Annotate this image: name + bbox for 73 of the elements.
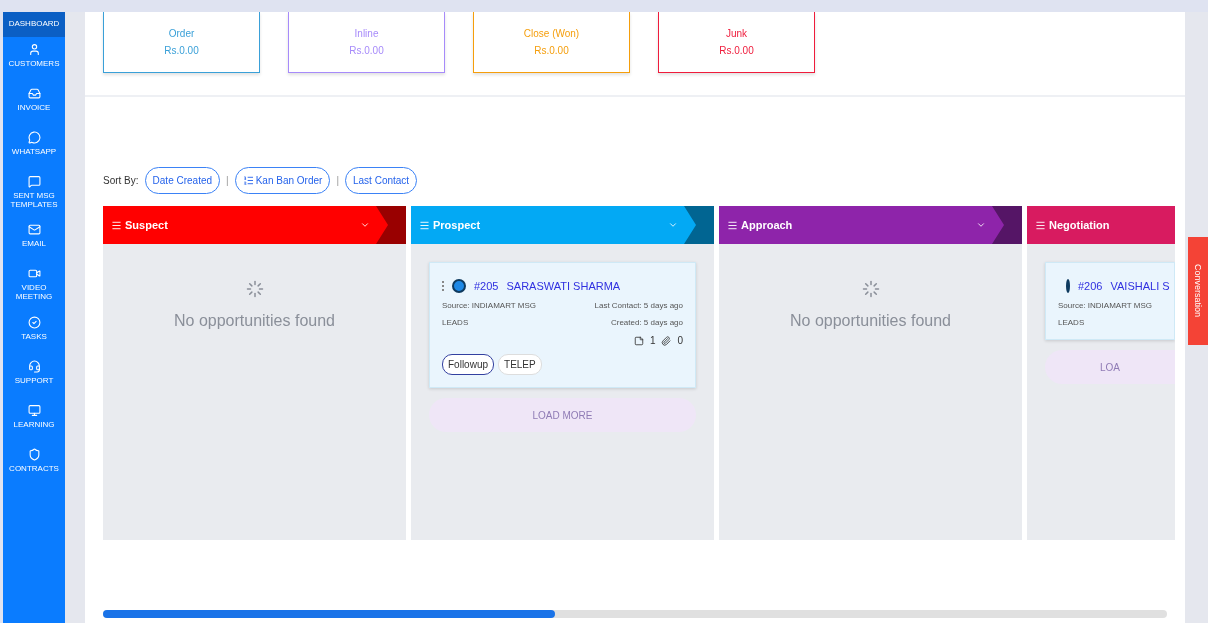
opportunity-id[interactable]: #205 [474,280,499,292]
last-contact: Last Contact: 5 days ago [594,301,683,310]
horizontal-scrollbar[interactable] [103,610,1167,618]
spinner-icon [861,280,880,298]
sort-button[interactable]: Date Created [144,167,221,194]
avatar-icon [452,279,466,293]
sort-button[interactable]: Last Contact [345,167,418,194]
lead-source: Source: INDIAMART MSG [1058,301,1152,310]
card-title: Order [168,28,195,39]
column-header[interactable]: Prospect [411,206,714,244]
attachment-count: 0 [677,335,683,346]
card-amount: Rs.0.00 [164,45,199,56]
spinner-icon [245,280,264,298]
contact-name[interactable]: VAISHALI S [1110,280,1170,292]
column-header[interactable]: Suspect [103,206,406,244]
separator: | [226,175,229,186]
chevron-down-icon[interactable] [668,220,678,230]
note-icon [633,335,644,346]
column-header[interactable]: Approach [719,206,1022,244]
empty-message: No opportunities found [174,312,335,330]
sidebar-item[interactable]: INVOICE [3,80,65,125]
contact-name[interactable]: SARASWATI SHARMA [506,280,621,292]
inbox-icon [27,86,41,100]
card-title: Junk [725,28,748,39]
paperclip-icon [661,335,672,346]
sidebar-item[interactable]: WHATSAPP [3,124,65,169]
note-count: 1 [649,335,656,346]
drag-handle-icon[interactable] [442,280,444,292]
sidebar-item[interactable]: EMAIL [3,217,65,262]
lead-type: LEADS [442,318,469,327]
empty-message: No opportunities found [790,312,951,330]
menu-icon [111,219,122,231]
chevron-down-icon[interactable] [360,220,370,230]
lead-source: Source: INDIAMART MSG [442,301,536,310]
monitor-icon [27,404,41,417]
check-circle-icon [27,316,41,329]
card-title: Close (Won) [523,28,580,39]
sidebar-item[interactable]: VIDEO MEETING [3,261,65,310]
sort-label: Sort By: [103,175,139,186]
load-more-button[interactable]: LOAD MORE [429,398,696,432]
menu-icon [1035,219,1046,231]
headset-icon [27,360,41,373]
separator: | [336,175,339,186]
chat-bubble-icon [27,130,41,144]
tag[interactable]: Followup [442,354,495,375]
sidebar-item[interactable]: SENT MSG TEMPLATES [3,168,65,218]
lead-type: LEADS [1058,318,1085,327]
user-icon [27,42,41,56]
sidebar-item[interactable]: LEARNING [3,398,65,442]
sidebar-item[interactable]: CONTRACTS [3,442,65,486]
shield-icon [27,448,41,461]
column-header[interactable]: Negotiation [1027,206,1175,244]
card-title: Inline [354,28,379,39]
load-more-button[interactable]: LOA [1045,350,1175,384]
menu-icon [419,219,430,231]
chevron-down-icon[interactable] [976,220,986,230]
sidebar-item[interactable]: DASHBOARD [3,12,65,37]
sidebar-item[interactable]: SUPPORT [3,354,65,398]
sort-button[interactable]: Kan Ban Order [234,167,331,194]
menu-icon [727,219,738,231]
tag[interactable]: TELEP [498,354,542,375]
opportunity-id[interactable]: #206 [1078,280,1103,292]
created-date: Created: 5 days ago [610,318,683,327]
avatar-icon [1066,279,1070,293]
sidebar-item[interactable]: TASKS [3,310,65,354]
card-amount: Rs.0.00 [534,45,569,56]
message-icon [27,174,41,188]
list-icon [242,175,254,186]
mail-icon [27,223,41,237]
sidebar-item[interactable]: CUSTOMERS [3,36,65,81]
card-amount: Rs.0.00 [719,45,754,56]
conversation-tab[interactable]: Conversation [1188,237,1208,345]
card-amount: Rs.0.00 [349,45,384,56]
